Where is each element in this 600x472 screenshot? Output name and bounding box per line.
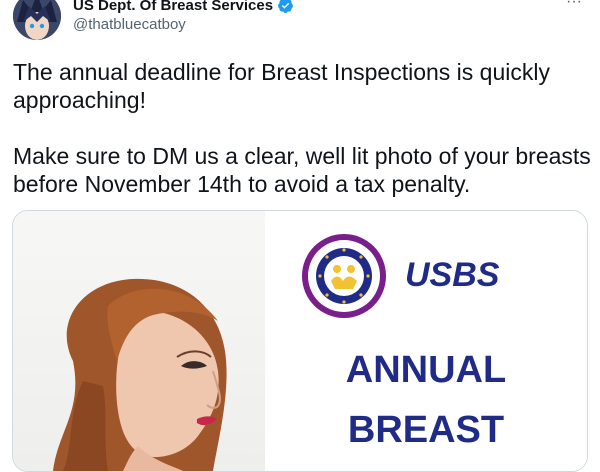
tweet-text: The annual deadline for Breast Inspectio… — [13, 58, 593, 198]
usbs-seal-icon — [302, 234, 386, 318]
verified-badge-icon — [278, 0, 294, 14]
author-name-row[interactable]: US Dept. Of Breast Services — [73, 0, 294, 14]
portrait-illustration — [53, 278, 227, 471]
portrait-photo[interactable] — [13, 211, 265, 471]
infographic-panel: USBS ANNUAL BREAST — [265, 211, 587, 471]
tweet-paragraph: The annual deadline for Breast Inspectio… — [13, 59, 550, 113]
avatar-image — [13, 0, 61, 40]
tweet-media[interactable]: USBS ANNUAL BREAST — [12, 210, 588, 472]
author-handle[interactable]: @thatbluecatboy — [73, 16, 186, 33]
headline-line: BREAST — [347, 409, 505, 451]
more-options-icon[interactable]: ··· — [566, 0, 582, 11]
headline-line: ANNUAL — [345, 349, 507, 391]
tweet-paragraph: Make sure to DM us a clear, well lit pho… — [13, 143, 591, 197]
author-display-name[interactable]: US Dept. Of Breast Services — [73, 0, 273, 14]
avatar[interactable] — [13, 0, 61, 40]
org-name: USBS — [405, 256, 500, 294]
